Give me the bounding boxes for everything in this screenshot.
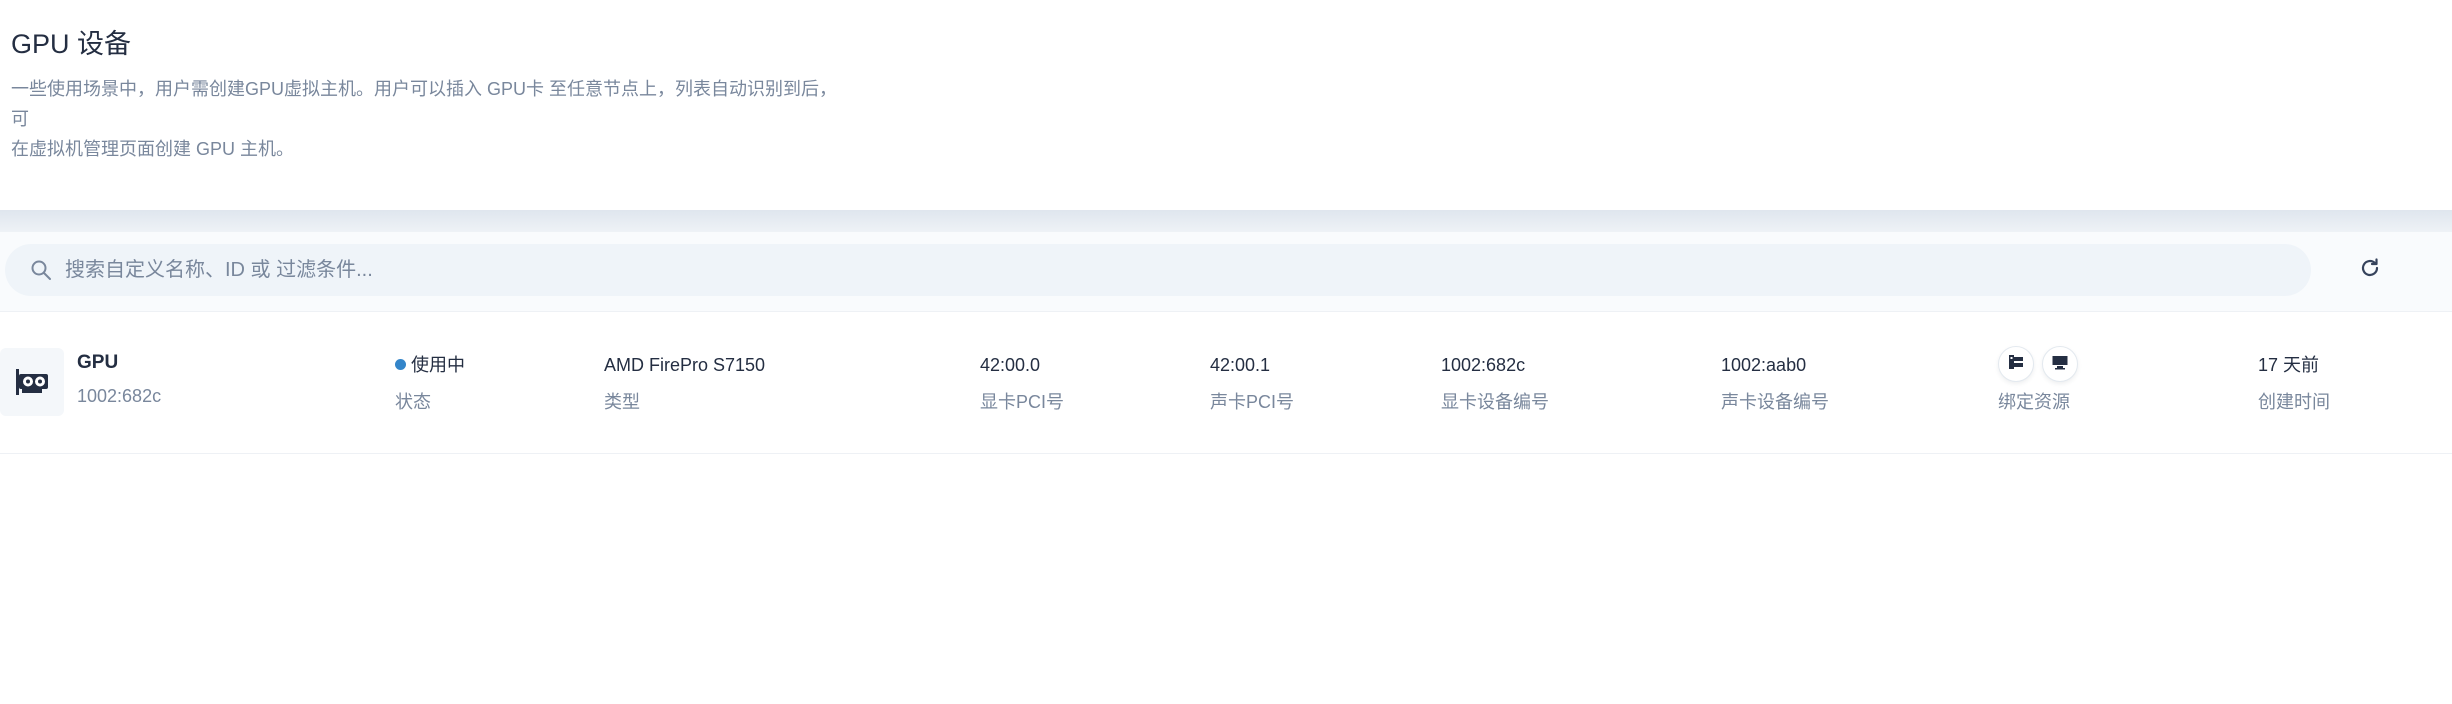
search-icon — [29, 258, 53, 282]
gpu-pci-cell: 42:00.0 显卡PCI号 — [980, 354, 1064, 414]
status-indicator-icon — [395, 359, 406, 370]
audio-device-id-cell: 1002:aab0 声卡设备编号 — [1721, 354, 1829, 414]
bound-resources-cell: 绑定资源 — [1998, 346, 2078, 414]
audio-pci-cell: 42:00.1 声卡PCI号 — [1210, 354, 1294, 414]
refresh-icon — [2358, 256, 2382, 285]
host-node-button[interactable] — [1998, 346, 2034, 382]
device-name-cell: GPU 1002:682c — [77, 352, 161, 407]
host-node-icon — [2007, 353, 2025, 376]
page-title: GPU 设备 — [11, 29, 132, 59]
table-row[interactable]: GPU 1002:682c 使用中 状态 AMD FirePro S7150 类… — [0, 312, 2452, 454]
search-box[interactable] — [5, 244, 2311, 296]
status-label: 状态 — [395, 392, 431, 412]
monitor-button[interactable] — [2042, 346, 2078, 382]
page-description: 一些使用场景中，用户需创建GPU虚拟主机。用户可以插入 GPU卡 至任意节点上，… — [11, 74, 851, 164]
type-label: 类型 — [604, 392, 640, 412]
bound-resources-label: 绑定资源 — [1998, 392, 2070, 412]
created-time-cell: 17 天前 创建时间 — [2258, 354, 2330, 414]
gpu-device-id-cell: 1002:682c 显卡设备编号 — [1441, 354, 1549, 414]
page-header: GPU 设备 一些使用场景中，用户需创建GPU虚拟主机。用户可以插入 GPU卡 … — [0, 0, 2452, 210]
search-input[interactable] — [65, 244, 2265, 296]
device-name[interactable]: GPU — [77, 352, 161, 374]
audio-device-id-value: 1002:aab0 — [1721, 355, 1807, 375]
status-text: 使用中 — [411, 355, 465, 375]
type-value: AMD FirePro S7150 — [604, 355, 766, 375]
created-time-value: 17 天前 — [2258, 355, 2320, 375]
gpu-device-id-value: 1002:682c — [1441, 355, 1526, 375]
description-line-1: 一些使用场景中，用户需创建GPU虚拟主机。用户可以插入 GPU卡 至任意节点上，… — [11, 79, 838, 129]
gpu-pci-value: 42:00.0 — [980, 355, 1041, 375]
device-id: 1002:682c — [77, 386, 162, 406]
created-time-label: 创建时间 — [2258, 392, 2330, 412]
type-cell: AMD FirePro S7150 类型 — [604, 354, 765, 414]
description-line-2: 在虚拟机管理页面创建 GPU 主机。 — [11, 139, 295, 159]
toolbar — [0, 232, 2452, 312]
gpu-pci-label: 显卡PCI号 — [980, 392, 1065, 412]
audio-device-id-label: 声卡设备编号 — [1721, 392, 1829, 412]
gpu-card-icon — [0, 348, 64, 416]
status-value: 使用中 — [395, 354, 465, 376]
bound-resources-icons — [1998, 346, 2078, 382]
monitor-icon — [2051, 353, 2069, 376]
gpu-device-id-label: 显卡设备编号 — [1441, 392, 1549, 412]
refresh-button[interactable] — [2352, 252, 2388, 288]
status-cell: 使用中 状态 — [395, 354, 465, 414]
section-divider — [0, 210, 2452, 232]
audio-pci-label: 声卡PCI号 — [1210, 392, 1295, 412]
audio-pci-value: 42:00.1 — [1210, 355, 1271, 375]
